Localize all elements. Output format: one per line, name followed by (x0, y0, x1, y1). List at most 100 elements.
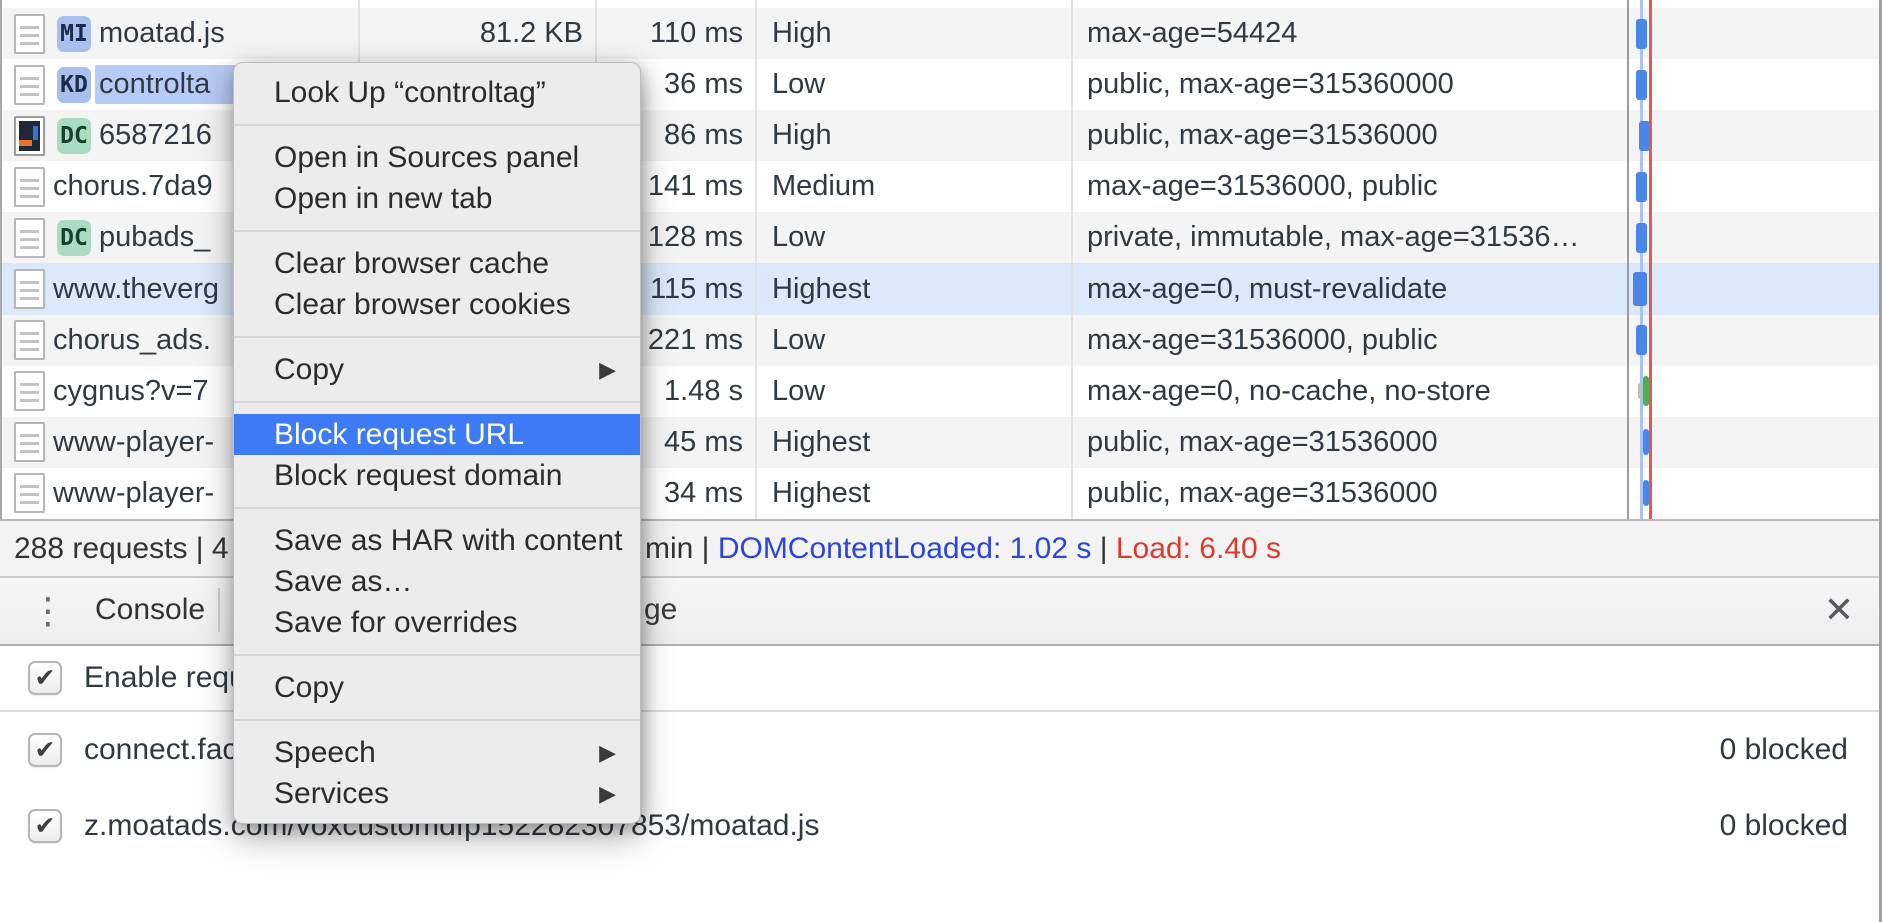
cell-waterfall (1630, 59, 1882, 110)
menu-separator (234, 230, 640, 232)
menu-item-save-as-har-with-content[interactable]: Save as HAR with content (234, 520, 640, 561)
waterfall-bar (1633, 272, 1647, 306)
initiator-badge: KD (57, 67, 91, 103)
menu-item-copy[interactable]: Copy (234, 667, 640, 708)
load-event-marker-line (1649, 0, 1652, 519)
waterfall-bar (1639, 121, 1650, 151)
col-divider-priority-cache (1071, 0, 1073, 519)
submenu-arrow-icon: ▶ (599, 349, 616, 390)
cell-cache-control: max-age=31536000, public (1073, 324, 1630, 357)
close-drawer-icon[interactable]: ✕ (1824, 578, 1854, 642)
menu-item-label: Clear browser cache (274, 247, 549, 280)
request-name: moatad.js (99, 17, 225, 50)
menu-item-label: Block request domain (274, 459, 563, 492)
more-tools-kebab-icon[interactable]: ⋮ (30, 590, 66, 632)
menu-item-label: Clear browser cookies (274, 288, 571, 321)
menu-item-services[interactable]: Services ▶ (234, 773, 640, 814)
cell-priority: Low (757, 324, 1073, 357)
document-file-icon (14, 371, 45, 411)
blocked-pattern-checkbox[interactable]: ✔ (28, 733, 62, 767)
image-file-icon (14, 116, 45, 156)
summary-pipe: | (1091, 532, 1115, 565)
menu-item-label: Copy (274, 671, 344, 704)
waterfall-bar (1643, 480, 1649, 506)
cell-size: 81.2 KB (360, 17, 597, 50)
menu-item-clear-browser-cookies[interactable]: Clear browser cookies (234, 284, 640, 325)
request-name: www-player- (53, 426, 214, 459)
devtools-window: MImoatad.js81.2 KB110 msHighmax-age=5442… (0, 0, 1882, 922)
summary-right-text: min | DOMContentLoaded: 1.02 s | Load: 6… (645, 521, 1281, 576)
cell-waterfall (1630, 366, 1882, 417)
network-request-row[interactable]: MImoatad.js81.2 KB110 msHighmax-age=5442… (0, 8, 1882, 59)
document-file-icon (14, 167, 45, 207)
menu-separator (234, 401, 640, 403)
cell-priority: Low (757, 375, 1073, 408)
cell-cache-control: public, max-age=31536000 (1073, 477, 1630, 510)
menu-separator (234, 507, 640, 509)
menu-item-open-in-sources-panel[interactable]: Open in Sources panel (234, 137, 640, 178)
menu-item-label: Open in new tab (274, 182, 492, 215)
submenu-arrow-icon: ▶ (599, 773, 616, 814)
menu-separator (234, 654, 640, 656)
cell-cache-control: public, max-age=31536000 (1073, 119, 1630, 152)
blocked-pattern-checkbox[interactable]: ✔ (28, 809, 62, 843)
menu-item-label: Save as… (274, 565, 412, 598)
cell-waterfall (1630, 263, 1882, 314)
menu-item-save-as[interactable]: Save as… (234, 561, 640, 602)
cell-priority: Highest (757, 477, 1073, 510)
document-file-icon (14, 218, 45, 258)
waterfall-bar (1643, 376, 1649, 406)
cell-priority: Medium (757, 170, 1073, 203)
initiator-badge: DC (57, 118, 91, 154)
menu-separator (234, 336, 640, 338)
menu-item-label: Block request URL (274, 418, 524, 451)
menu-item-clear-browser-cache[interactable]: Clear browser cache (234, 243, 640, 284)
tab-console[interactable]: Console (95, 578, 205, 642)
menu-separator (234, 719, 640, 721)
document-file-icon (14, 269, 45, 309)
submenu-arrow-icon: ▶ (599, 732, 616, 773)
menu-item-label: Copy (274, 353, 344, 386)
request-name: 6587216 (99, 119, 212, 152)
image-thumb-blue (33, 126, 38, 140)
cell-name: MImoatad.js (0, 14, 360, 54)
cell-cache-control: public, max-age=315360000 (1073, 68, 1630, 101)
document-file-icon (14, 65, 45, 105)
menu-separator (234, 124, 640, 126)
menu-item-label: Save for overrides (274, 606, 517, 639)
menu-item-save-for-overrides[interactable]: Save for overrides (234, 602, 640, 643)
cell-waterfall (1630, 417, 1882, 468)
menu-item-label: Open in Sources panel (274, 141, 579, 174)
request-name: www-player- (53, 477, 214, 510)
request-name: www.theverg (53, 273, 219, 306)
summary-domcontentloaded: DOMContentLoaded: 1.02 s (718, 532, 1092, 565)
document-file-icon (14, 320, 45, 360)
cell-priority: High (757, 17, 1073, 50)
cell-waterfall (1630, 212, 1882, 263)
waterfall-bar (1636, 223, 1647, 253)
summary-finish-fragment: min | (645, 532, 718, 565)
document-file-icon (14, 14, 45, 54)
menu-item-copy[interactable]: Copy ▶ (234, 349, 640, 390)
menu-item-speech[interactable]: Speech▶ (234, 732, 640, 773)
summary-load: Load: 6.40 s (1116, 532, 1281, 565)
menu-item-block-request-domain[interactable]: Block request domain (234, 455, 640, 496)
menu-item-open-in-new-tab[interactable]: Open in new tab (234, 178, 640, 219)
cell-priority: Highest (757, 426, 1073, 459)
menu-item-block-request-url[interactable]: Block request URL (234, 414, 640, 455)
cell-cache-control: public, max-age=31536000 (1073, 426, 1630, 459)
enable-request-blocking-checkbox[interactable]: ✔ (28, 661, 62, 695)
menu-item-label: Look Up “controltag” (274, 76, 546, 109)
cell-waterfall (1630, 8, 1882, 59)
panel-left-border (0, 0, 2, 519)
cell-waterfall (1630, 315, 1882, 366)
document-file-icon (14, 422, 45, 462)
menu-item-label: Services (274, 777, 389, 810)
tab-request-blocking-partial[interactable]: ge (644, 578, 677, 642)
cell-cache-control: max-age=54424 (1073, 17, 1630, 50)
cell-cache-control: max-age=31536000, public (1073, 170, 1630, 203)
request-name: chorus.7da9 (53, 170, 213, 203)
blocked-count: 0 blocked (1720, 733, 1848, 767)
document-file-icon (14, 473, 45, 513)
menu-item-look-up-controltag[interactable]: Look Up “controltag” (234, 72, 640, 113)
